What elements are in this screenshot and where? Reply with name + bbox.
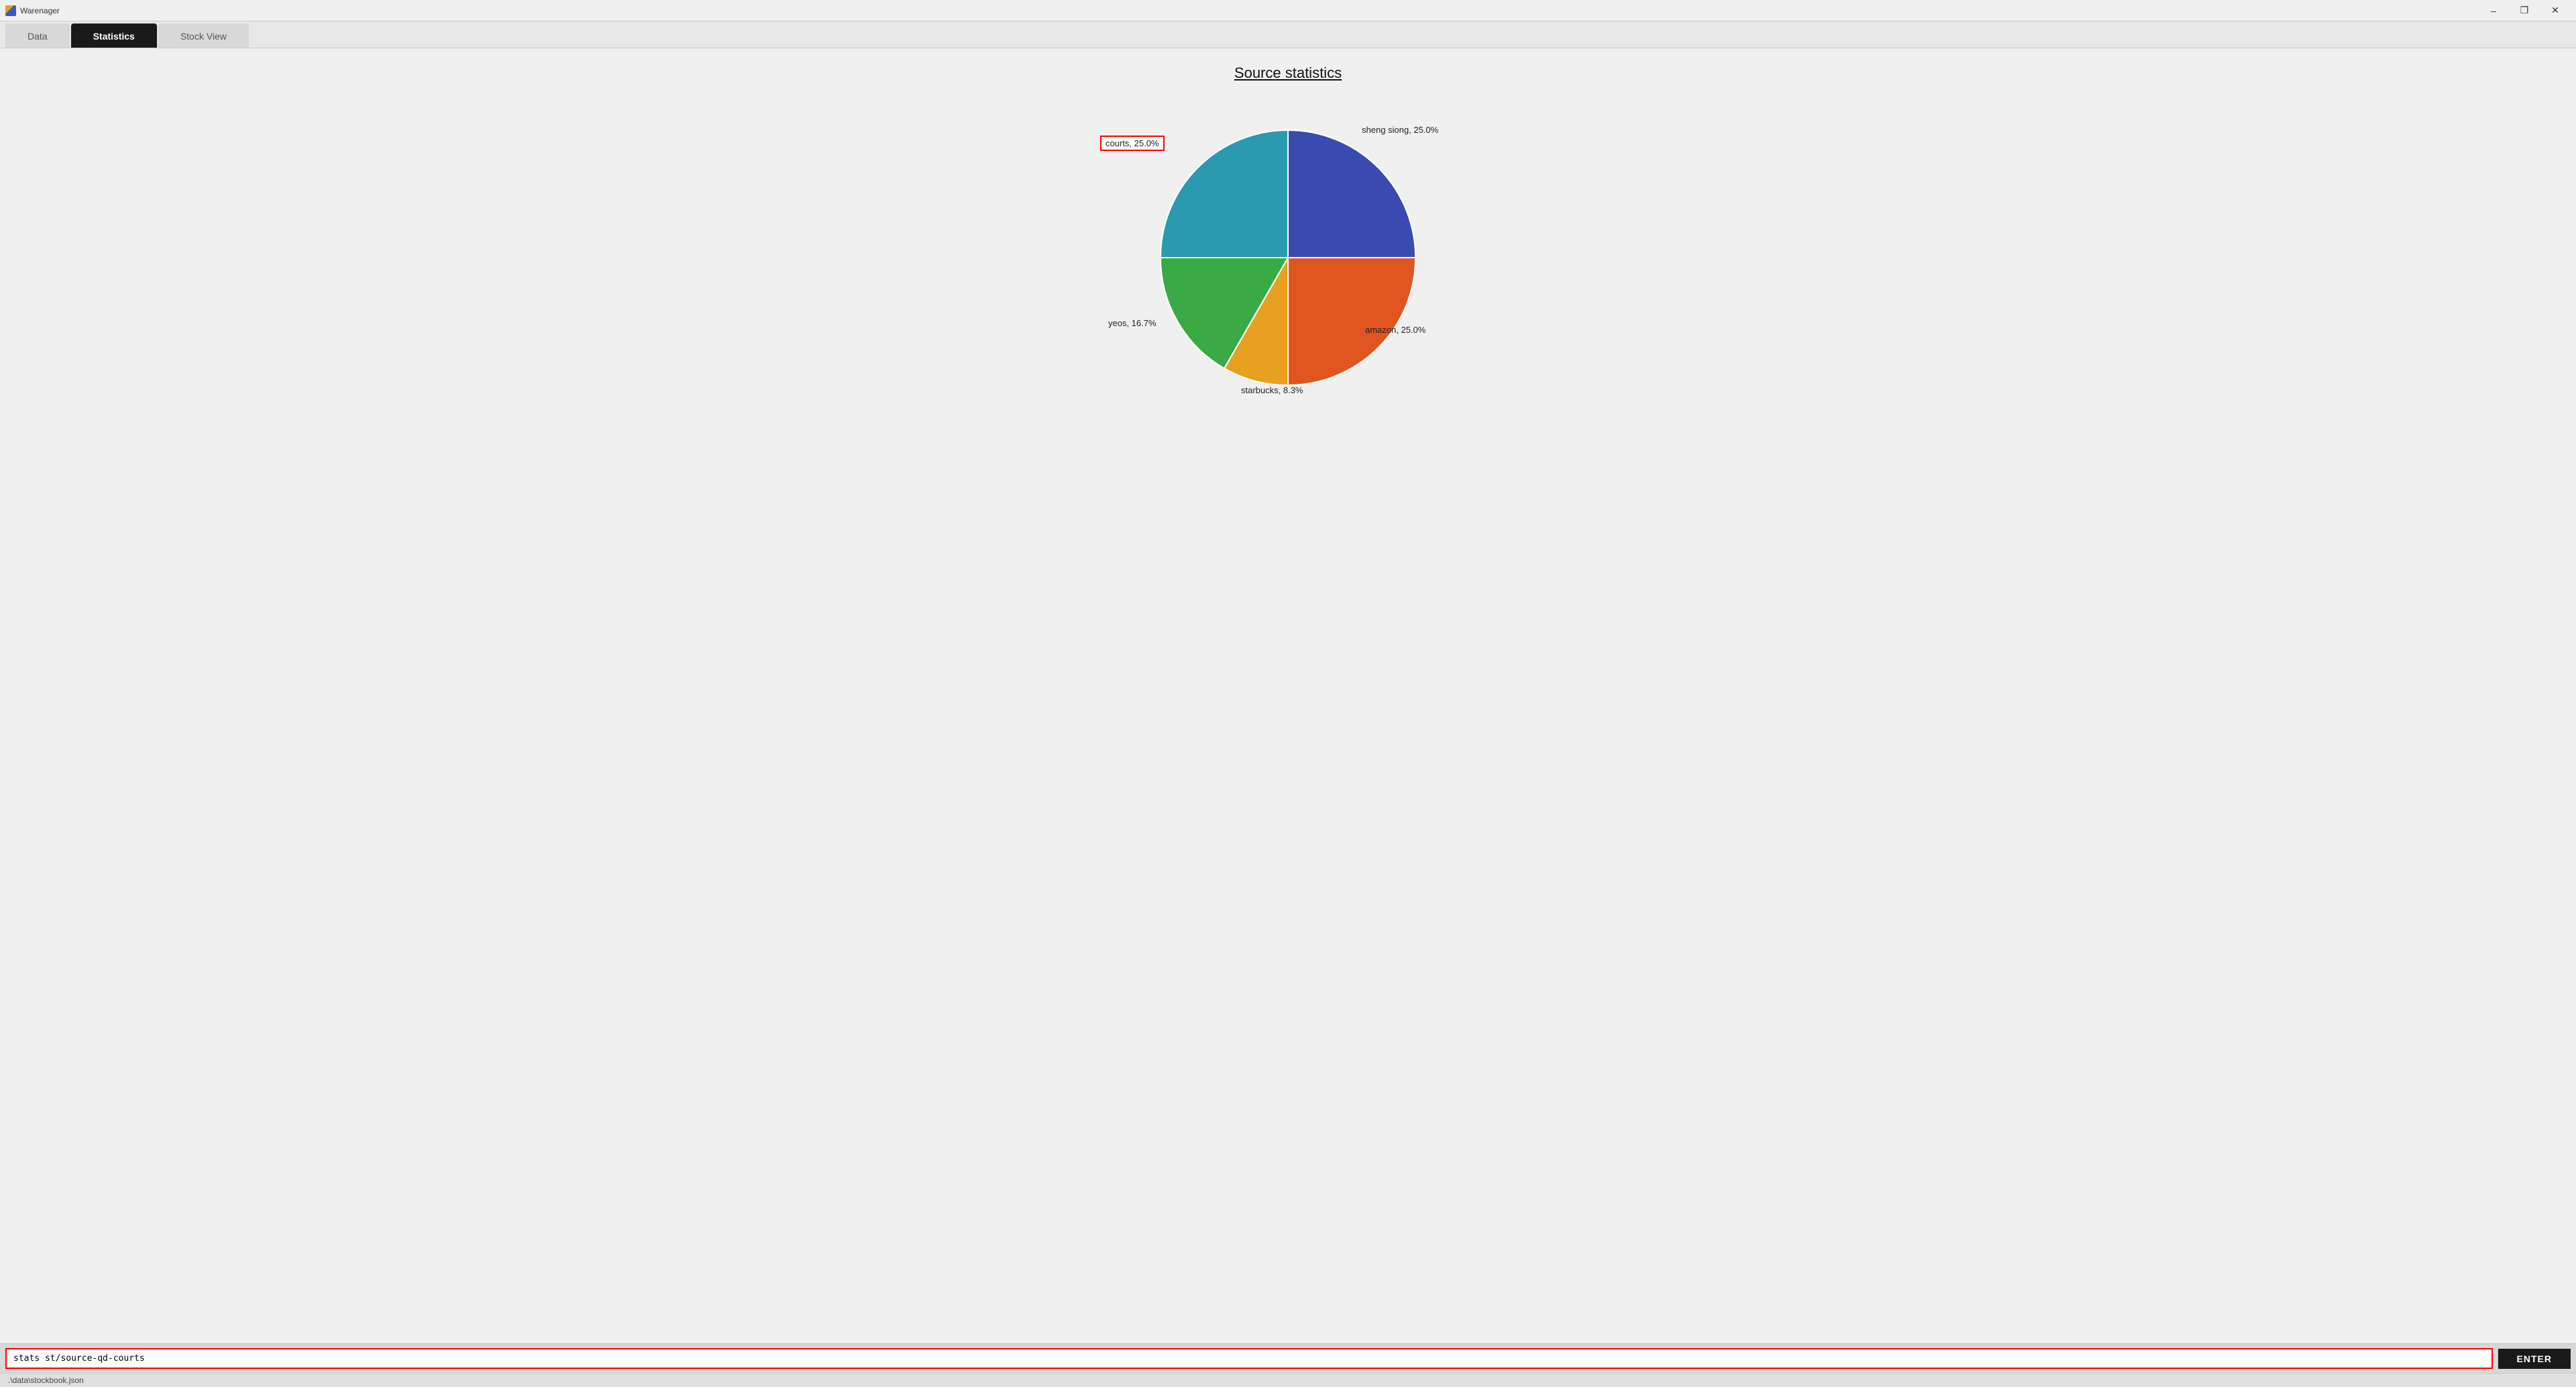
tab-statistics[interactable]: Statistics (71, 23, 157, 48)
label-starbucks: starbucks, 8.3% (1241, 385, 1303, 395)
main-content: Source statistics courts, 25.0% sheng si… (0, 48, 2576, 1373)
tab-data[interactable]: Data (5, 23, 70, 48)
command-bar: ENTER (0, 1343, 2576, 1373)
app-title: Warenager (20, 6, 60, 15)
label-sheng-siong: sheng siong, 25.0% (1362, 125, 1438, 135)
app-icon (5, 5, 16, 16)
enter-button[interactable]: ENTER (2498, 1349, 2571, 1369)
chart-title: Source statistics (1234, 64, 1342, 82)
minimize-button[interactable]: – (2478, 1, 2509, 21)
title-bar-left: Warenager (5, 5, 60, 16)
restore-button[interactable]: ❐ (2509, 1, 2540, 21)
label-amazon: amazon, 25.0% (1365, 325, 1426, 335)
tab-bar: Data Statistics Stock View (0, 21, 2576, 48)
label-yeos: yeos, 16.7% (1108, 318, 1157, 328)
close-button[interactable]: ✕ (2540, 1, 2571, 21)
status-text: .\data\stockbook.json (8, 1376, 84, 1385)
title-bar: Warenager – ❐ ✕ (0, 0, 2576, 21)
label-courts: courts, 25.0% (1100, 136, 1165, 151)
status-bar: .\data\stockbook.json (0, 1373, 2576, 1387)
pie-chart-svg (1127, 103, 1449, 412)
command-input[interactable] (5, 1348, 2493, 1369)
tab-stockview[interactable]: Stock View (158, 23, 249, 48)
chart-area: courts, 25.0% sheng siong, 25.0% amazon,… (1127, 103, 1449, 412)
title-bar-controls: – ❐ ✕ (2478, 1, 2571, 21)
